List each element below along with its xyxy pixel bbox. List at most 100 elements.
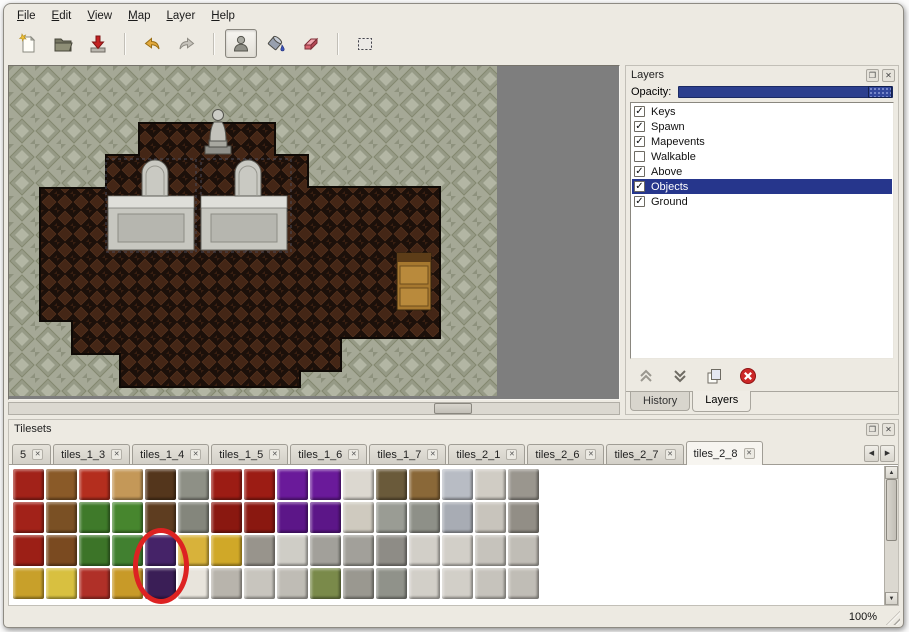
tileset-tile[interactable] — [507, 534, 540, 567]
opacity-slider-handle[interactable] — [868, 86, 892, 98]
fill-tool-button[interactable] — [260, 29, 292, 58]
tileset-tab-tiles_2_1[interactable]: tiles_2_1✕ — [448, 444, 525, 464]
close-tab-icon[interactable]: ✕ — [506, 449, 517, 460]
close-tab-icon[interactable]: ✕ — [665, 449, 676, 460]
resize-grip[interactable] — [886, 611, 900, 625]
layer-visibility-checkbox[interactable]: ✓ — [634, 106, 645, 117]
layer-row-ground[interactable]: ✓Ground — [632, 194, 892, 209]
tileset-tile[interactable] — [441, 534, 474, 567]
tileset-tile[interactable] — [144, 534, 177, 567]
layer-row-keys[interactable]: ✓Keys — [632, 104, 892, 119]
tileset-tile[interactable] — [45, 501, 78, 534]
raise-layer-button[interactable] — [636, 366, 656, 386]
tileset-tile[interactable] — [12, 534, 45, 567]
layer-row-above[interactable]: ✓Above — [632, 164, 892, 179]
close-panel-icon[interactable]: ✕ — [882, 423, 895, 436]
tileset-tile[interactable] — [375, 468, 408, 501]
tileset-tile[interactable] — [309, 567, 342, 600]
menu-item-edit[interactable]: Edit — [45, 8, 79, 26]
tileset-tile[interactable] — [210, 534, 243, 567]
tileset-tile[interactable] — [111, 534, 144, 567]
tileset-tile[interactable] — [111, 468, 144, 501]
layer-row-walkable[interactable]: Walkable — [632, 149, 892, 164]
scroll-tabs-left-icon[interactable]: ◀ — [864, 445, 879, 462]
tileset-tile[interactable] — [111, 567, 144, 600]
tileset-tile[interactable] — [78, 534, 111, 567]
duplicate-layer-button[interactable] — [704, 366, 724, 386]
save-button[interactable] — [82, 29, 114, 58]
map-horizontal-scrollbar[interactable] — [8, 402, 620, 415]
menu-item-help[interactable]: Help — [204, 8, 242, 26]
tileset-tile[interactable] — [12, 468, 45, 501]
tileset-tile[interactable] — [276, 567, 309, 600]
tileset-tile[interactable] — [375, 567, 408, 600]
tileset-tab-5[interactable]: 5✕ — [12, 444, 51, 464]
close-tab-icon[interactable]: ✕ — [111, 449, 122, 460]
undo-button[interactable] — [136, 29, 168, 58]
tileset-tile[interactable] — [276, 534, 309, 567]
layer-visibility-checkbox[interactable]: ✓ — [634, 121, 645, 132]
tileset-tile[interactable] — [12, 567, 45, 600]
tileset-tile[interactable] — [45, 534, 78, 567]
new-file-button[interactable] — [12, 29, 44, 58]
tileset-tile[interactable] — [342, 501, 375, 534]
tileset-tile[interactable] — [78, 501, 111, 534]
map-hscroll-thumb[interactable] — [434, 403, 472, 414]
tileset-tile[interactable] — [408, 567, 441, 600]
tileset-tile[interactable] — [441, 501, 474, 534]
tileset-tab-tiles_1_5[interactable]: tiles_1_5✕ — [211, 444, 288, 464]
tileset-tile[interactable] — [210, 468, 243, 501]
tileset-tile[interactable] — [210, 567, 243, 600]
layer-visibility-checkbox[interactable] — [634, 151, 645, 162]
panel-tab-history[interactable]: History — [630, 392, 690, 411]
tileset-tile[interactable] — [408, 534, 441, 567]
tileset-tile[interactable] — [243, 501, 276, 534]
tileset-tab-tiles_1_6[interactable]: tiles_1_6✕ — [290, 444, 367, 464]
stamp-tool-button[interactable] — [225, 29, 257, 58]
tileset-tile[interactable] — [309, 534, 342, 567]
close-tab-icon[interactable]: ✕ — [348, 449, 359, 460]
close-tab-icon[interactable]: ✕ — [585, 449, 596, 460]
tileset-tile[interactable] — [243, 534, 276, 567]
panel-tab-layers[interactable]: Layers — [692, 391, 751, 412]
layer-visibility-checkbox[interactable]: ✓ — [634, 181, 645, 192]
delete-layer-button[interactable] — [738, 366, 758, 386]
map-canvas[interactable] — [8, 65, 620, 400]
tileset-tile[interactable] — [177, 567, 210, 600]
tileset-tab-tiles_1_4[interactable]: tiles_1_4✕ — [132, 444, 209, 464]
tileset-tile[interactable] — [12, 501, 45, 534]
tileset-tile[interactable] — [177, 534, 210, 567]
tileset-tile[interactable] — [78, 468, 111, 501]
tileset-tab-tiles_2_6[interactable]: tiles_2_6✕ — [527, 444, 604, 464]
menu-item-view[interactable]: View — [80, 8, 119, 26]
tileset-view[interactable]: ▲ ▼ — [9, 465, 898, 605]
open-file-button[interactable] — [47, 29, 79, 58]
scroll-up-icon[interactable]: ▲ — [885, 466, 898, 479]
tileset-tile[interactable] — [243, 567, 276, 600]
layer-row-spawn[interactable]: ✓Spawn — [632, 119, 892, 134]
tileset-tile[interactable] — [507, 501, 540, 534]
tileset-tile[interactable] — [474, 468, 507, 501]
tileset-tab-tiles_2_8[interactable]: tiles_2_8✕ — [686, 441, 763, 465]
layer-visibility-checkbox[interactable]: ✓ — [634, 136, 645, 147]
close-tab-icon[interactable]: ✕ — [427, 449, 438, 460]
redo-button[interactable] — [171, 29, 203, 58]
detach-panel-icon[interactable]: ❐ — [866, 423, 879, 436]
tileset-tile[interactable] — [507, 567, 540, 600]
close-tab-icon[interactable]: ✕ — [190, 449, 201, 460]
tileset-tile[interactable] — [177, 468, 210, 501]
tileset-tile[interactable] — [177, 501, 210, 534]
scroll-down-icon[interactable]: ▼ — [885, 592, 898, 605]
tileset-tile[interactable] — [375, 534, 408, 567]
tileset-tile[interactable] — [507, 468, 540, 501]
tileset-vscroll-thumb[interactable] — [886, 479, 897, 541]
close-tab-icon[interactable]: ✕ — [32, 449, 43, 460]
layer-row-objects[interactable]: ✓Objects — [632, 179, 892, 194]
scroll-tabs-right-icon[interactable]: ▶ — [880, 445, 895, 462]
menu-item-map[interactable]: Map — [121, 8, 157, 26]
tileset-tile[interactable] — [276, 468, 309, 501]
tileset-tile[interactable] — [243, 468, 276, 501]
tileset-tile[interactable] — [309, 501, 342, 534]
tileset-tile[interactable] — [408, 468, 441, 501]
tileset-tile[interactable] — [342, 534, 375, 567]
